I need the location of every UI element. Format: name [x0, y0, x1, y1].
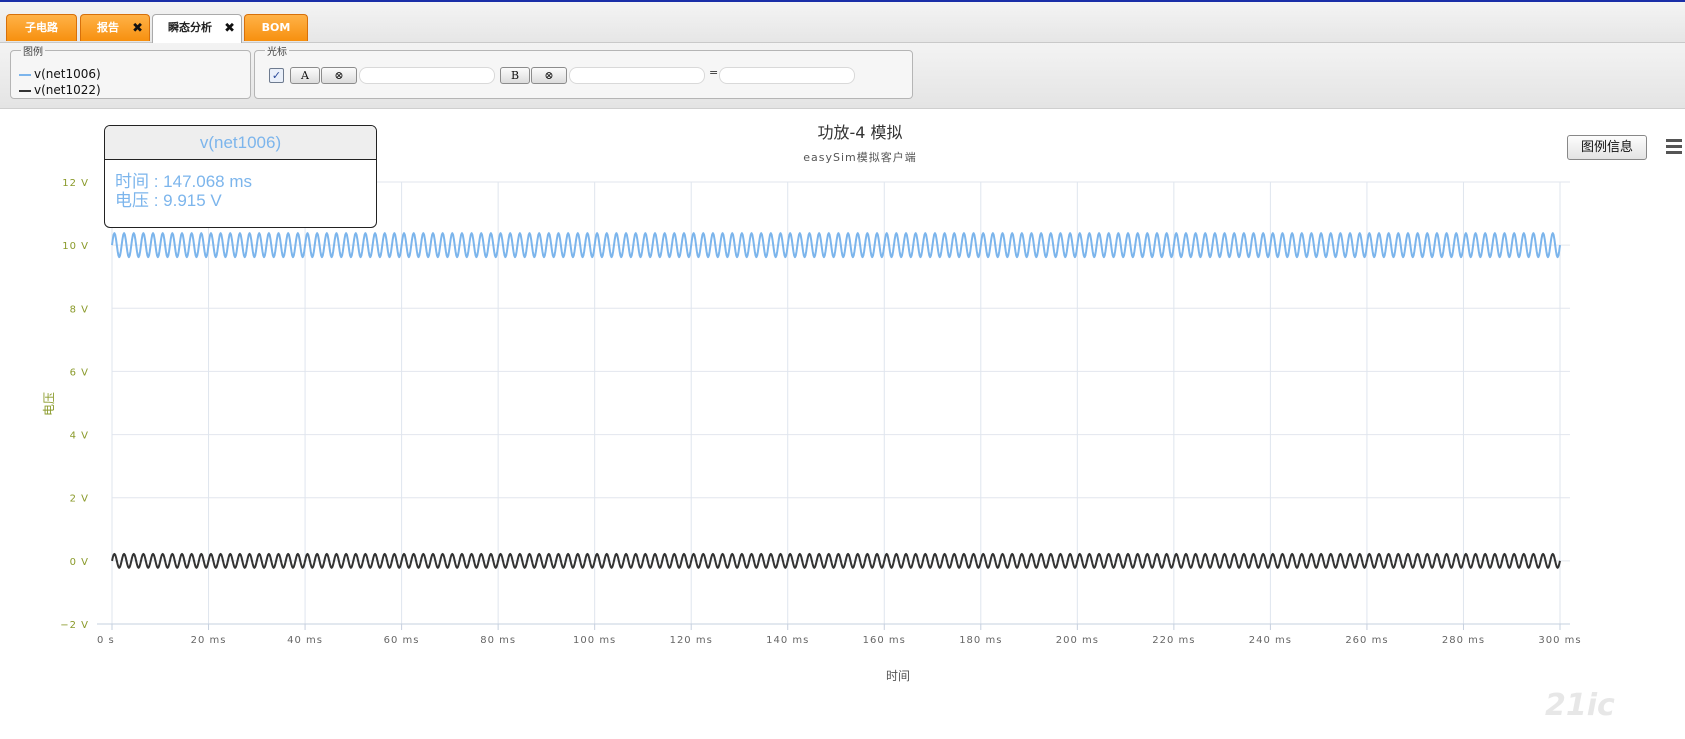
close-icon[interactable]: ✖: [132, 16, 143, 42]
legend-item-net1006[interactable]: v(net1006): [19, 67, 101, 81]
tooltip-series-name: v(net1006): [105, 126, 376, 160]
x-tick-label: 160 ms: [863, 635, 906, 646]
y-tick-label: 8 V: [70, 304, 89, 315]
tab-label: 子电路: [25, 21, 58, 34]
clear-a-icon[interactable]: ⊗: [321, 67, 357, 84]
legend-panel: 图例 v(net1006) v(net1022): [10, 43, 251, 99]
clear-b-icon[interactable]: ⊗: [531, 67, 567, 84]
cursor-panel-title: 光标: [267, 47, 287, 58]
legend-item-label: v(net1006): [34, 67, 101, 81]
cursor-panel: 光标 ✓ A ⊗ B ⊗ =: [254, 43, 913, 99]
y-tick-label: 0 V: [70, 557, 89, 568]
x-tick-label: 120 ms: [670, 635, 713, 646]
cursor-a-value-field[interactable]: [359, 67, 495, 84]
x-tick-label: 40 ms: [287, 635, 323, 646]
chart-tooltip: v(net1006) 时间 : 147.068 ms 电压 : 9.915 V: [104, 125, 377, 228]
legend-swatch: [19, 89, 31, 92]
y-tick-label: 12 V: [62, 178, 89, 189]
series-line-v(net1006): [111, 232, 1561, 259]
cursor-b-value-field[interactable]: [569, 67, 705, 84]
x-tick-label: 280 ms: [1442, 635, 1485, 646]
x-tick-label: 20 ms: [191, 635, 227, 646]
y-axis-title: 电压: [42, 392, 56, 416]
x-tick-label: 180 ms: [959, 635, 1002, 646]
tab-bar: 子电路 报告 ✖ 瞬态分析 ✖ BOM: [0, 2, 1685, 43]
x-tick-label: 220 ms: [1152, 635, 1195, 646]
x-tick-label: 240 ms: [1249, 635, 1292, 646]
x-tick-label: 100 ms: [573, 635, 616, 646]
tab-label: 报告: [97, 21, 119, 34]
cursor-enable-checkbox[interactable]: ✓: [269, 68, 284, 83]
tab-transient-analysis[interactable]: 瞬态分析 ✖: [152, 14, 242, 43]
tab-label: BOM: [261, 21, 291, 34]
watermark-logo: 21ic: [1545, 688, 1615, 723]
chart-subtitle: easySim模拟客户端: [803, 150, 917, 164]
x-tick-label: 200 ms: [1056, 635, 1099, 646]
chart-title: 功放-4 模拟: [817, 124, 902, 142]
legend-item-net1022[interactable]: v(net1022): [19, 83, 101, 97]
x-tick-label: 260 ms: [1345, 635, 1388, 646]
y-tick-label: 10 V: [62, 241, 89, 252]
x-axis-title: 时间: [886, 669, 910, 683]
cursor-difference-field[interactable]: [719, 67, 855, 84]
cursor-b-button[interactable]: B: [500, 67, 530, 84]
toolbar: 图例 v(net1006) v(net1022) 光标 ✓ A ⊗ B ⊗ =: [0, 43, 1685, 109]
x-tick-label: 80 ms: [480, 635, 516, 646]
y-tick-label: 6 V: [70, 367, 89, 378]
cursor-a-button[interactable]: A: [290, 67, 320, 84]
y-tick-label: 2 V: [70, 494, 89, 505]
legend-info-button[interactable]: 图例信息: [1567, 135, 1647, 160]
close-icon[interactable]: ✖: [224, 16, 235, 42]
tab-bom[interactable]: BOM: [244, 14, 308, 41]
x-tick-label: 0 s: [97, 635, 115, 646]
tooltip-voltage: 电压 : 9.915 V: [115, 191, 222, 210]
x-tick-label: 140 ms: [766, 635, 809, 646]
x-tick-label: 300 ms: [1538, 635, 1581, 646]
tab-subcircuit[interactable]: 子电路: [6, 14, 77, 41]
series-line-v(net1022): [111, 552, 1561, 569]
tab-label: 瞬态分析: [168, 21, 212, 34]
y-tick-label: 4 V: [70, 431, 89, 442]
equals-sign: =: [709, 66, 719, 79]
legend-swatch: [19, 73, 31, 76]
tab-report[interactable]: 报告 ✖: [80, 14, 150, 41]
y-tick-label: −2 V: [60, 620, 89, 631]
chart-menu-icon[interactable]: [1663, 136, 1685, 158]
legend-item-label: v(net1022): [34, 83, 101, 97]
legend-panel-title: 图例: [23, 47, 43, 58]
x-tick-label: 60 ms: [384, 635, 420, 646]
